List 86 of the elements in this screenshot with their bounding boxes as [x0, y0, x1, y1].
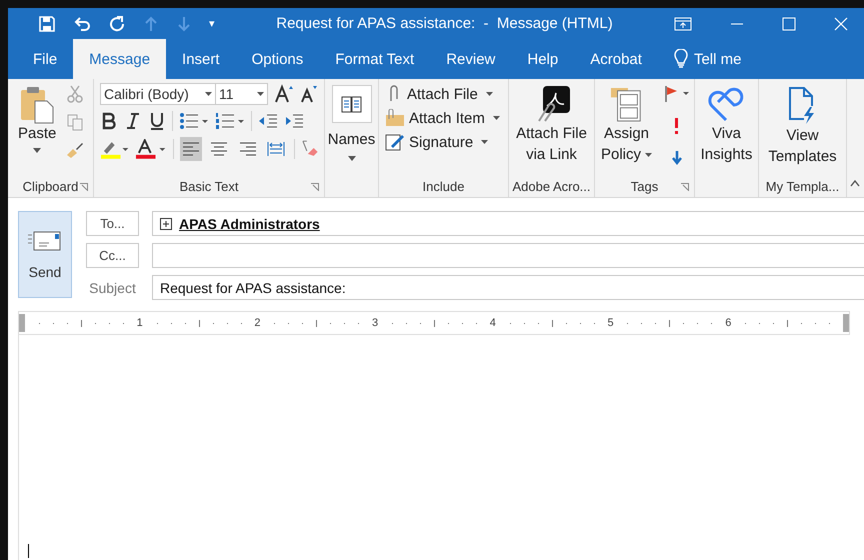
group-label: Tags [630, 178, 658, 194]
ruler-number: 5 [607, 317, 614, 329]
tell-me-search[interactable]: Tell me [658, 39, 758, 79]
include-button[interactable]: Signature [385, 133, 504, 151]
group-label: My Templa... [766, 178, 840, 194]
names-button[interactable]: Names [328, 83, 376, 175]
italic-icon[interactable] [124, 112, 142, 130]
ruler-number: 6 [725, 317, 732, 329]
bullets-icon[interactable] [179, 112, 209, 130]
ribbon-tab[interactable]: Format Text [319, 39, 430, 79]
filing-cabinet-icon [610, 85, 644, 123]
expand-icon[interactable] [160, 218, 172, 230]
font-size-dropdown[interactable]: 11 [215, 83, 268, 105]
decrease-indent-icon[interactable] [258, 112, 278, 130]
dialog-launcher-icon[interactable] [80, 183, 88, 191]
cc-field[interactable] [152, 243, 864, 268]
caret-down-icon[interactable] [205, 92, 212, 96]
recipient-name[interactable]: APAS Administrators [179, 216, 320, 232]
paste-button[interactable]: Paste [12, 83, 60, 175]
numbering-icon[interactable] [215, 112, 245, 130]
ruler-number: 4 [490, 317, 496, 329]
viva-insights-button[interactable]: Viva Insights [700, 83, 752, 175]
assign-policy-button[interactable]: Assign Policy [601, 83, 652, 175]
address-book-icon [340, 94, 362, 114]
ruler-number: 3 [372, 317, 378, 329]
send-button[interactable]: Send [18, 211, 72, 298]
clipboard-icon [19, 85, 56, 125]
ribbon-tab[interactable]: Insert [166, 39, 236, 79]
grow-font-icon[interactable] [274, 84, 294, 104]
customize-menu-button[interactable]: ▾ [209, 17, 215, 30]
caret-down-icon[interactable] [645, 152, 652, 156]
lightbulb-icon [674, 49, 688, 69]
margin-marker[interactable] [842, 314, 849, 332]
dialog-launcher-icon[interactable] [681, 183, 689, 191]
include-button[interactable]: Attach Item [385, 109, 504, 127]
save-icon[interactable] [38, 14, 56, 32]
to-field[interactable]: APAS Administrators [152, 211, 864, 236]
collapse-ribbon-icon[interactable] [850, 179, 860, 187]
view-templates-button[interactable]: View Templates [768, 83, 837, 175]
eraser-icon[interactable] [300, 139, 320, 159]
maximize-icon[interactable] [782, 16, 796, 30]
ribbon-tab[interactable]: Review [430, 39, 512, 79]
flag-icon[interactable] [664, 85, 690, 103]
signature-pen-icon [385, 133, 405, 151]
envelope-clip-icon [385, 109, 405, 127]
caret-down-icon[interactable] [492, 116, 500, 120]
ribbon-tab[interactable]: File [17, 39, 74, 79]
subject-label: Subject [88, 280, 137, 296]
format-painter-icon[interactable] [66, 141, 84, 159]
ruler-number: 1 [136, 317, 143, 329]
down-arrow-icon[interactable] [671, 149, 684, 167]
close-icon[interactable] [834, 16, 848, 30]
align-left-button[interactable] [180, 137, 202, 161]
include-button[interactable]: Attach File [385, 85, 504, 103]
group-label: Adobe Acro... [512, 178, 591, 194]
group-label: Clipboard [22, 178, 78, 194]
to-button[interactable]: To... [86, 211, 139, 236]
window-title: Request for APAS assistance: - Message (HTML) [275, 15, 614, 32]
subject-field[interactable]: Request for APAS assistance: [152, 275, 864, 300]
shrink-font-icon[interactable] [300, 84, 318, 104]
underline-icon[interactable] [148, 112, 166, 130]
attach-file-via-link-button[interactable]: Attach File via Link [516, 83, 587, 175]
caret-down-icon[interactable] [481, 140, 488, 144]
highlight-color-icon[interactable] [100, 139, 130, 159]
redo-icon[interactable] [108, 14, 126, 32]
caret-down-icon[interactable] [33, 148, 42, 153]
group-label: Basic Text [179, 178, 238, 194]
caret-down-icon[interactable] [348, 156, 356, 161]
ribbon-tab[interactable]: Options [236, 39, 320, 79]
ruler-number: 2 [254, 317, 260, 329]
font-color-icon[interactable] [135, 139, 167, 159]
caret-down-icon[interactable] [486, 92, 493, 96]
font-name-dropdown[interactable]: Calibri (Body) [100, 83, 216, 105]
dialog-launcher-icon[interactable] [311, 183, 319, 191]
margin-marker[interactable] [19, 314, 25, 332]
caret-down-icon[interactable] [257, 92, 264, 96]
increase-indent-icon[interactable] [284, 112, 304, 130]
ribbon-tab[interactable]: Message [73, 39, 166, 79]
cc-button[interactable]: Cc... [86, 243, 139, 268]
ribbon-display-icon[interactable] [674, 16, 692, 30]
group-label: Include [422, 178, 464, 194]
ribbon-tab[interactable]: Help [511, 39, 574, 79]
bold-icon[interactable] [100, 112, 118, 130]
undo-icon[interactable] [73, 14, 91, 32]
ribbon-tab[interactable]: Acrobat [574, 39, 658, 79]
envelope-icon [28, 230, 62, 252]
